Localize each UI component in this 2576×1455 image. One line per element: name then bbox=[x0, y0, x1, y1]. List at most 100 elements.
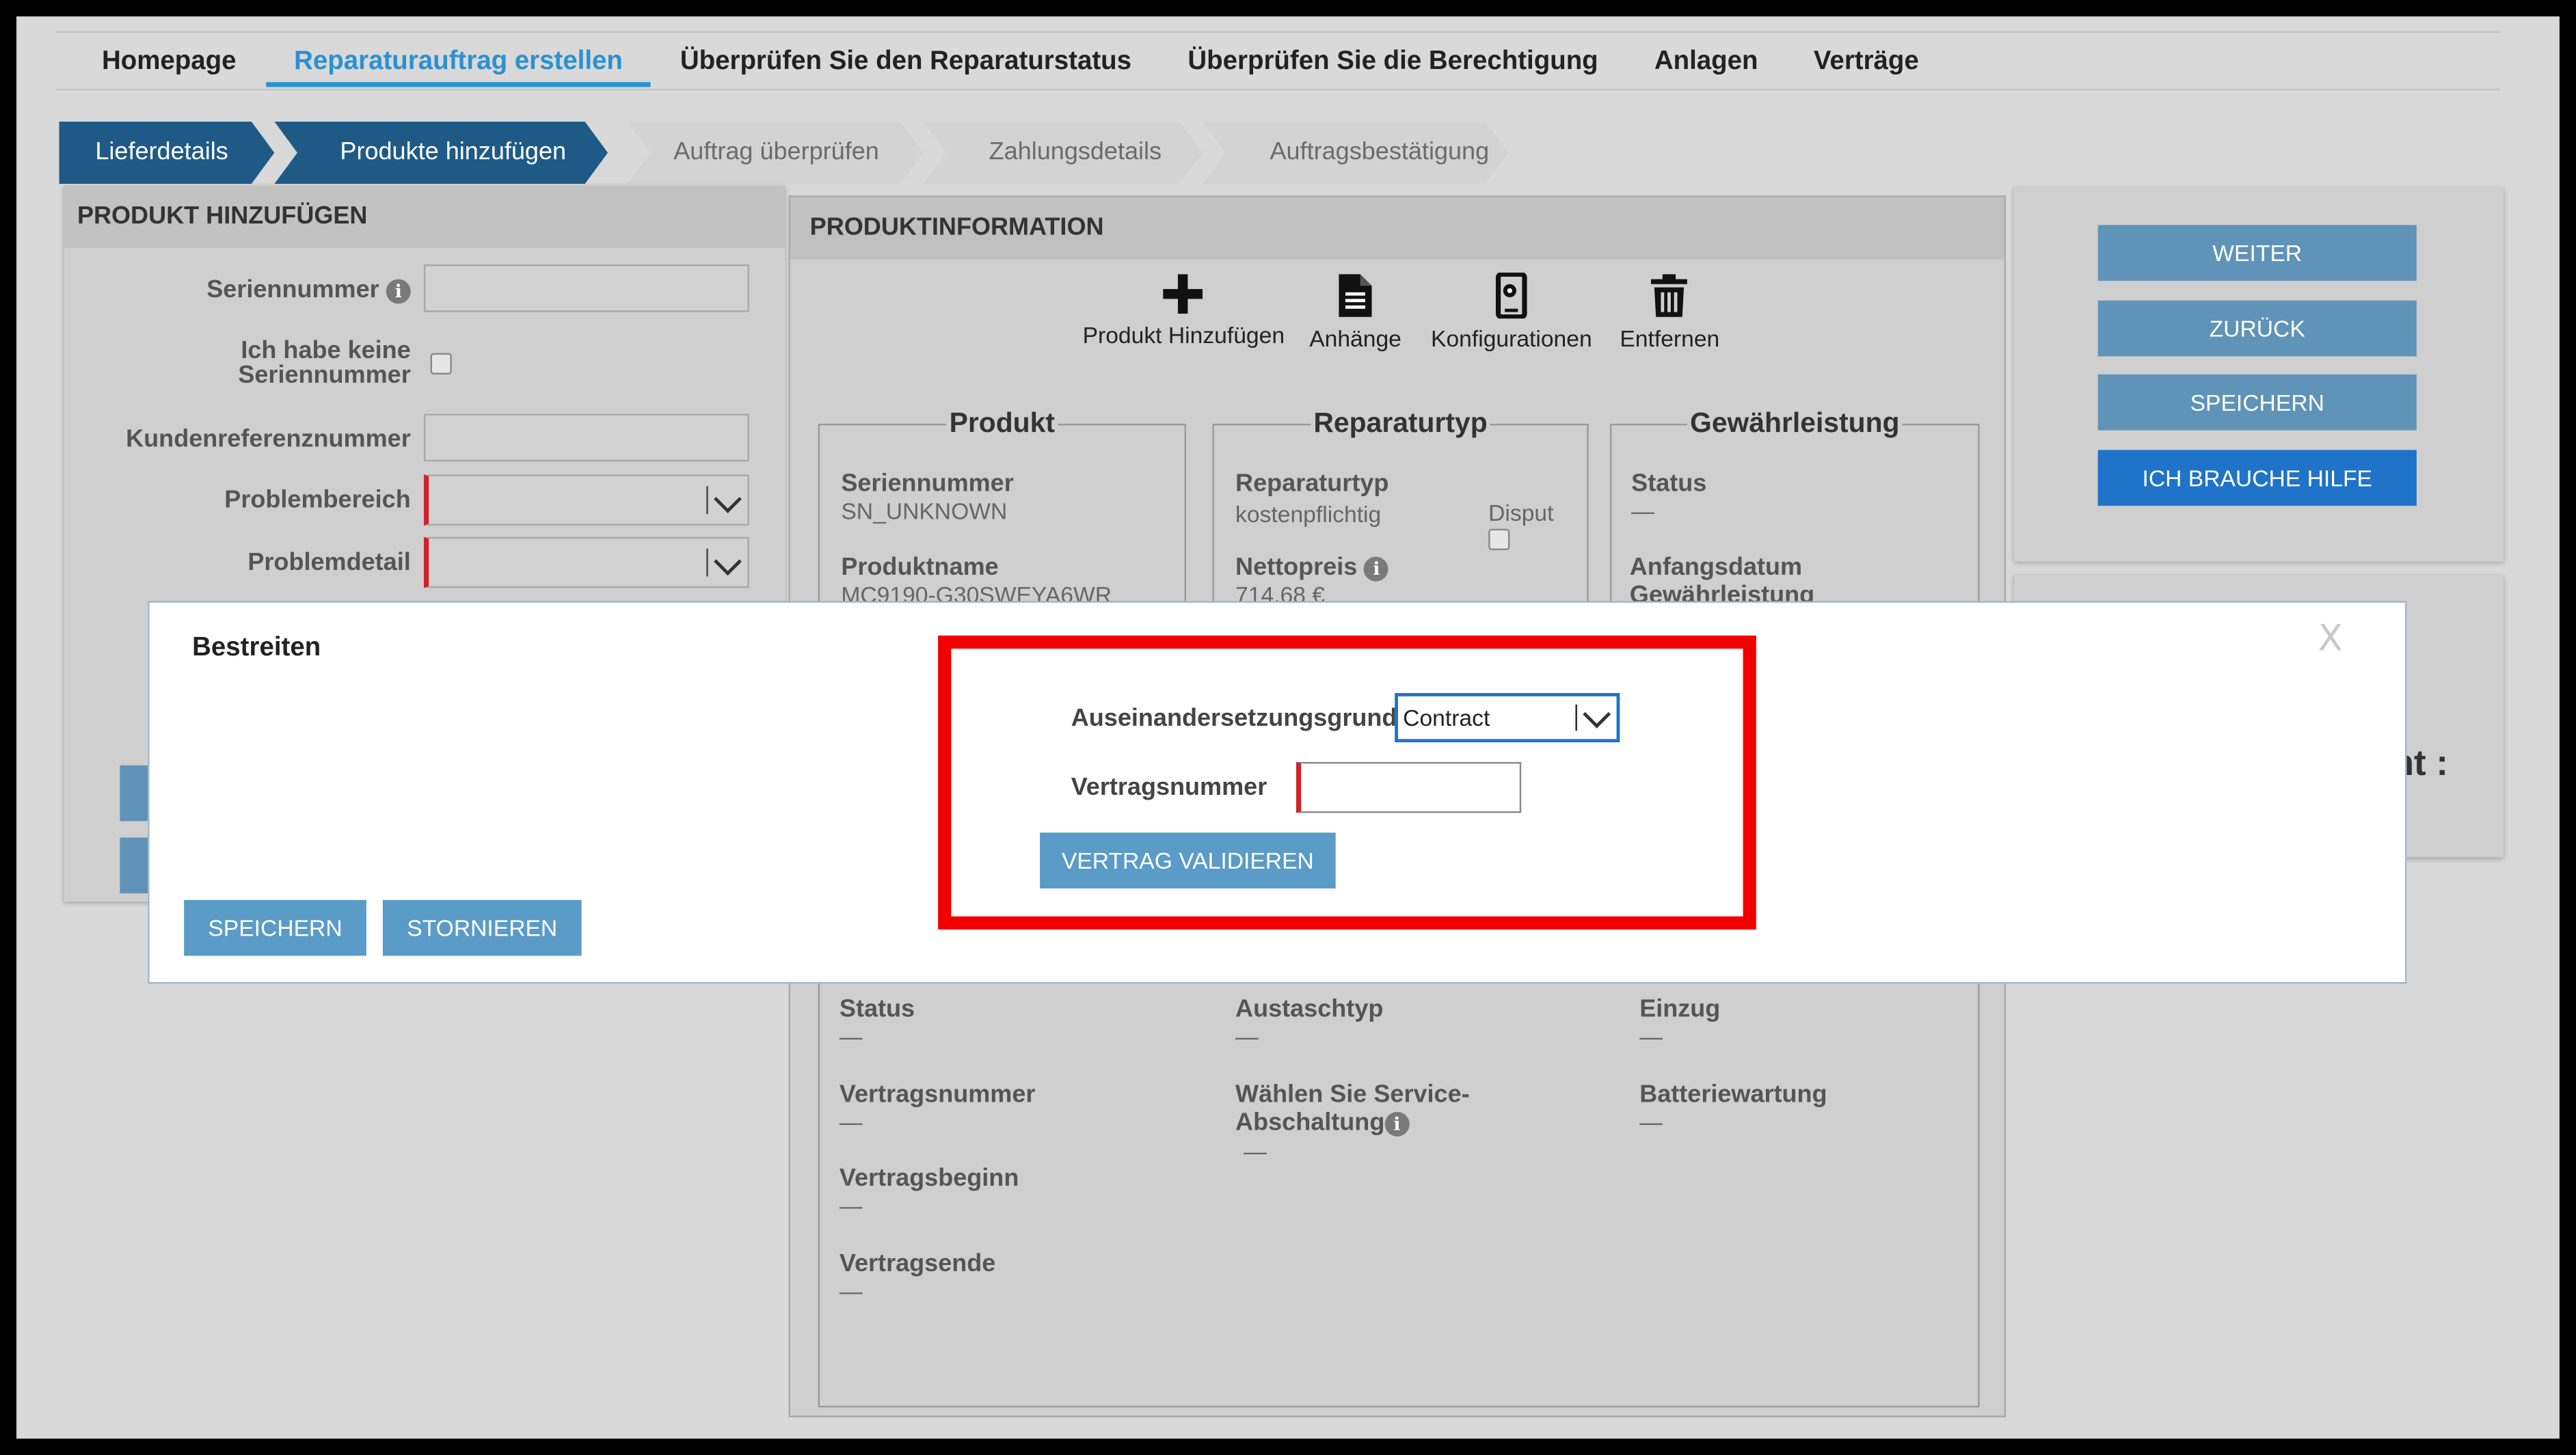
no-serial-label-line1: Ich habe keine bbox=[241, 336, 411, 365]
nav-create-repair-order[interactable]: Reparaturauftrag erstellen bbox=[294, 48, 623, 77]
battery-maintenance-label: Batteriewartung bbox=[1639, 1080, 1827, 1109]
serial-number-input[interactable] bbox=[423, 264, 749, 312]
warranty-status-label: Status bbox=[1631, 470, 1707, 498]
dispute-reason-label: Auseinandersetzungsgrund bbox=[1071, 704, 1397, 733]
nav-eligibility[interactable]: Überprüfen Sie die Berechtigung bbox=[1188, 48, 1598, 77]
battery-maintenance-value: — bbox=[1639, 1109, 1663, 1135]
info-icon[interactable]: i bbox=[1364, 556, 1389, 581]
chevron-down-icon bbox=[714, 485, 742, 513]
repair-type-value: kostenpflichtig bbox=[1235, 500, 1382, 528]
nav-active-underline bbox=[266, 82, 651, 87]
problem-detail-select[interactable] bbox=[423, 536, 749, 588]
repair-type-label: Reparaturtyp bbox=[1235, 470, 1389, 498]
info-icon[interactable]: i bbox=[1384, 1111, 1410, 1136]
product-legend: Produkt bbox=[949, 407, 1055, 439]
modal-save-button[interactable]: SPEICHERN bbox=[184, 899, 366, 956]
problem-detail-label: Problemdetail bbox=[247, 548, 411, 577]
dialog-title: Bestreiten bbox=[192, 634, 321, 662]
net-price-label-text: Nettopreis bbox=[1235, 553, 1358, 582]
problem-area-select[interactable] bbox=[423, 474, 749, 526]
dispute-label: Disput bbox=[1488, 499, 1554, 526]
contract-status-label: Status bbox=[839, 995, 915, 1024]
actions-panel: WEITER ZURÜCK SPEICHERN ICH BRAUCHE HILF… bbox=[2014, 187, 2504, 562]
modal-cancel-button[interactable]: STORNIEREN bbox=[382, 899, 582, 956]
exchange-type-label: Austaschtyp bbox=[1235, 995, 1384, 1024]
dispute-dialog: Bestreiten X Auseinandersetzungsgrund Co… bbox=[148, 601, 2407, 984]
warranty-start-label-line1: Anfangsdatum bbox=[1629, 553, 1803, 582]
nav-homepage[interactable]: Homepage bbox=[102, 48, 237, 77]
add-product-title: PRODUKT HINZUFÜGEN bbox=[64, 185, 786, 248]
service-shutdown-label-line1: Wählen Sie Service- bbox=[1235, 1080, 1470, 1109]
nav-top-divider bbox=[55, 31, 2501, 33]
info-icon[interactable]: i bbox=[386, 278, 411, 303]
add-product-tool[interactable]: Produkt Hinzufügen bbox=[1082, 273, 1285, 349]
left-panel-button[interactable] bbox=[120, 765, 150, 821]
warranty-legend: Gewährleistung bbox=[1690, 407, 1900, 439]
remove-tool[interactable]: Entfernen bbox=[1620, 273, 1719, 351]
document-icon bbox=[1339, 274, 1372, 317]
back-button[interactable]: ZURÜCK bbox=[2097, 300, 2417, 357]
dispute-reason-value: Contract bbox=[1403, 704, 1490, 731]
contract-start-value: — bbox=[839, 1192, 863, 1219]
save-button[interactable]: SPEICHERN bbox=[2097, 374, 2417, 431]
trash-icon bbox=[1651, 274, 1688, 317]
customer-reference-input[interactable] bbox=[423, 413, 749, 462]
serial-number-label: Seriennummer i bbox=[206, 275, 411, 304]
nav-contracts[interactable]: Verträge bbox=[1814, 48, 1919, 77]
chevron-down-icon bbox=[714, 547, 742, 576]
step-delivery-details[interactable]: Lieferdetails bbox=[59, 122, 275, 184]
app-window: Homepage Reparaturauftrag erstellen Über… bbox=[16, 16, 2560, 1439]
product-information-title: PRODUKTINFORMATION bbox=[790, 197, 2004, 260]
validate-contract-button[interactable]: VERTRAG VALIDIEREN bbox=[1040, 832, 1336, 889]
plus-icon bbox=[1164, 274, 1204, 314]
screenshot-root: Homepage Reparaturauftrag erstellen Über… bbox=[0, 0, 2576, 1455]
nav-repair-status[interactable]: Überprüfen Sie den Reparaturstatus bbox=[680, 48, 1131, 77]
configurations-tool-label: Konfigurationen bbox=[1431, 325, 1592, 352]
select-separator bbox=[1575, 704, 1577, 731]
dispute-checkbox[interactable] bbox=[1488, 528, 1510, 551]
serial-number-label-text: Seriennummer bbox=[206, 275, 379, 304]
contract-number-value: — bbox=[839, 1109, 863, 1135]
top-navigation: Homepage Reparaturauftrag erstellen Über… bbox=[16, 16, 2560, 92]
nav-bottom-divider bbox=[55, 88, 2501, 91]
contract-start-label: Vertragsbeginn bbox=[839, 1164, 1019, 1193]
attachments-tool-label: Anhänge bbox=[1309, 325, 1401, 352]
exchange-type-value: — bbox=[1235, 1023, 1259, 1050]
service-shutdown-label-line2-row: Abschaltung i bbox=[1235, 1109, 1470, 1137]
repair-type-legend: Reparaturtyp bbox=[1313, 407, 1488, 439]
collection-label: Einzug bbox=[1639, 995, 1721, 1024]
add-product-tool-label: Produkt Hinzufügen bbox=[1082, 321, 1285, 349]
contract-number-input[interactable] bbox=[1296, 761, 1522, 813]
device-settings-icon bbox=[1496, 272, 1527, 319]
step-payment-details[interactable]: Zahlungsdetails bbox=[923, 122, 1203, 184]
customer-reference-label: Kundenreferenznummer bbox=[126, 425, 411, 454]
no-serial-label: Ich habe keine Seriennummer bbox=[238, 338, 410, 387]
contract-end-label: Vertragsende bbox=[839, 1249, 996, 1278]
contract-number-label: Vertragsnummer bbox=[839, 1080, 1036, 1109]
collection-value: — bbox=[1639, 1023, 1663, 1050]
dispute-reason-select[interactable]: Contract bbox=[1395, 693, 1620, 743]
product-name-label: Produktname bbox=[841, 553, 999, 582]
step-add-products[interactable]: Produkte hinzufügen bbox=[274, 122, 608, 184]
service-shutdown-label: Wählen Sie Service- Abschaltung i bbox=[1235, 1080, 1470, 1137]
remove-tool-label: Entfernen bbox=[1620, 325, 1720, 352]
no-serial-checkbox[interactable] bbox=[430, 353, 452, 375]
attachments-tool[interactable]: Anhänge bbox=[1309, 273, 1401, 351]
select-separator bbox=[706, 548, 708, 577]
contract-status-value: — bbox=[839, 1023, 863, 1050]
net-price-label: Nettopreis i bbox=[1235, 553, 1389, 582]
close-icon[interactable]: X bbox=[2318, 619, 2343, 660]
left-panel-button[interactable] bbox=[120, 837, 150, 894]
step-order-confirmation[interactable]: Auftragsbestätigung bbox=[1203, 122, 1508, 184]
step-review-order[interactable]: Auftrag überprüfen bbox=[628, 122, 924, 184]
next-button[interactable]: WEITER bbox=[2097, 225, 2417, 281]
warranty-status-value: — bbox=[1631, 498, 1654, 524]
nav-assets[interactable]: Anlagen bbox=[1654, 48, 1758, 77]
configurations-tool[interactable]: Konfigurationen bbox=[1431, 272, 1592, 352]
need-help-button[interactable]: ICH BRAUCHE HILFE bbox=[2097, 450, 2417, 506]
modal-contract-number-label: Vertragsnummer bbox=[1071, 773, 1267, 802]
chevron-down-icon bbox=[1583, 700, 1611, 729]
no-serial-label-line2: Seriennummer bbox=[238, 361, 411, 390]
contract-end-value: — bbox=[839, 1277, 863, 1304]
product-serial-value: SN_UNKNOWN bbox=[841, 498, 1008, 524]
